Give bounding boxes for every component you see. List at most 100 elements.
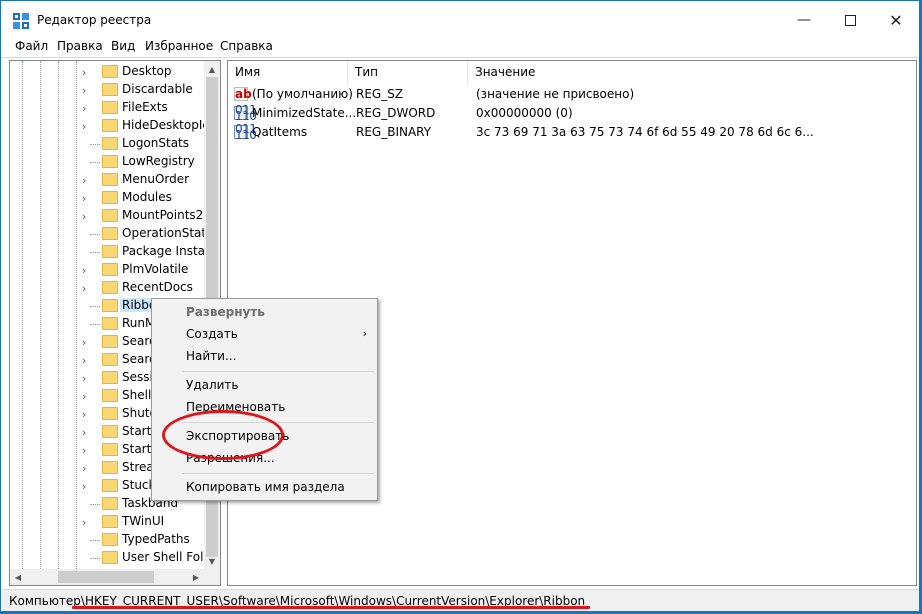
tree-item-label: Discardable bbox=[122, 82, 193, 96]
folder-icon bbox=[102, 101, 118, 114]
tree-item[interactable]: › Discardable bbox=[10, 81, 206, 99]
tree-item[interactable]: › MountPoints2 bbox=[10, 207, 206, 225]
scroll-up-arrow-icon[interactable]: ▲ bbox=[204, 61, 220, 77]
chevron-right-icon[interactable]: › bbox=[82, 516, 86, 529]
list-row[interactable]: 011 110 MinimizedState... REG_DWORD 0x000… bbox=[228, 103, 916, 123]
chevron-right-icon[interactable]: › bbox=[82, 282, 86, 295]
tree-item[interactable]: › PlmVolatile bbox=[10, 261, 206, 279]
tree-item[interactable]: › Desktop bbox=[10, 63, 206, 81]
menu-item-delete[interactable]: Удалить bbox=[186, 378, 239, 392]
menu-view[interactable]: Вид bbox=[111, 39, 135, 53]
column-header-name[interactable]: Имя bbox=[228, 61, 348, 83]
folder-icon bbox=[102, 479, 118, 492]
tree-horizontal-scroll-thumb[interactable] bbox=[58, 571, 154, 583]
submenu-arrow-icon: › bbox=[362, 327, 367, 340]
registry-editor-icon bbox=[13, 13, 29, 29]
folder-icon bbox=[102, 227, 118, 240]
scroll-right-arrow-icon[interactable]: ▶ bbox=[188, 569, 204, 585]
chevron-right-icon[interactable]: › bbox=[82, 480, 86, 493]
folder-icon bbox=[102, 407, 118, 420]
menu-item-create[interactable]: Создать bbox=[186, 327, 238, 341]
tree-item[interactable]: › HideDesktopIcc bbox=[10, 117, 216, 135]
tree-item[interactable]: › RecentDocs bbox=[10, 279, 206, 297]
menu-file[interactable]: Файл bbox=[15, 39, 48, 53]
chevron-right-icon[interactable]: › bbox=[82, 192, 86, 205]
close-button[interactable]: ✕ bbox=[873, 1, 919, 39]
scrollbar-corner bbox=[204, 569, 220, 585]
binary-value-icon: 011 110 bbox=[234, 122, 257, 142]
folder-icon bbox=[102, 119, 118, 132]
chevron-right-icon[interactable]: › bbox=[82, 120, 86, 133]
menu-favorites[interactable]: Избранное bbox=[145, 39, 213, 53]
tree-item[interactable]: User Shell Folde bbox=[10, 549, 218, 567]
tree-item[interactable]: OperationStatus bbox=[10, 225, 220, 243]
tree-connector bbox=[90, 306, 100, 307]
tree-connector bbox=[90, 540, 100, 541]
window-title: Редактор реестра bbox=[37, 13, 152, 27]
minimize-button[interactable]: — bbox=[781, 1, 827, 39]
chevron-right-icon[interactable]: › bbox=[82, 444, 86, 457]
list-row[interactable]: ab (По умолчанию) REG_SZ (значение не пр… bbox=[228, 85, 916, 104]
menu-item-copy-key-name[interactable]: Копировать имя раздела bbox=[186, 480, 345, 494]
scroll-down-arrow-icon[interactable]: ▼ bbox=[204, 553, 220, 569]
tree-item[interactable]: › MenuOrder bbox=[10, 171, 206, 189]
chevron-right-icon[interactable]: › bbox=[82, 84, 86, 97]
tree-connector bbox=[90, 252, 100, 253]
menu-item-export[interactable]: Экспортировать bbox=[186, 429, 289, 443]
value-data: (значение не присвоено) bbox=[476, 87, 635, 101]
registry-editor-window: Редактор реестра — ✕ Файл Правка Вид Изб… bbox=[0, 0, 920, 612]
tree-item[interactable]: Package Installa bbox=[10, 243, 219, 261]
chevron-right-icon[interactable]: › bbox=[82, 264, 86, 277]
list-row[interactable]: 011 110 QatItems REG_BINARY 3c 73 69 71 3… bbox=[228, 122, 916, 142]
menu-item-permissions[interactable]: Разрешения... bbox=[186, 451, 275, 465]
tree-item[interactable]: › Modules bbox=[10, 189, 206, 207]
column-header-type[interactable]: Тип bbox=[348, 61, 468, 83]
tree-item[interactable]: › TWinUI bbox=[10, 513, 206, 531]
chevron-right-icon[interactable]: › bbox=[82, 408, 86, 421]
chevron-right-icon[interactable]: › bbox=[82, 390, 86, 403]
chevron-right-icon[interactable]: › bbox=[82, 372, 86, 385]
tree-item-label: HideDesktopIcc bbox=[122, 118, 216, 132]
tree-item[interactable]: LowRegistry bbox=[10, 153, 206, 171]
chevron-right-icon[interactable]: › bbox=[82, 336, 86, 349]
tree-item[interactable]: › FileExts bbox=[10, 99, 206, 117]
chevron-right-icon[interactable]: › bbox=[82, 354, 86, 367]
menu-separator bbox=[182, 422, 374, 423]
folder-icon bbox=[102, 317, 118, 330]
folder-icon bbox=[102, 299, 118, 312]
menu-help[interactable]: Справка bbox=[220, 39, 273, 53]
tree-item[interactable]: TypedPaths bbox=[10, 531, 206, 549]
tree-item-label: Modules bbox=[122, 190, 172, 204]
tree-horizontal-scrollbar[interactable]: ◀ ▶ bbox=[10, 569, 204, 585]
column-header-value[interactable]: Значение bbox=[468, 61, 748, 83]
menu-bar: Файл Правка Вид Избранное Справка bbox=[1, 39, 919, 57]
tree-item[interactable]: LogonStats bbox=[10, 135, 206, 153]
scroll-left-arrow-icon[interactable]: ◀ bbox=[10, 569, 26, 585]
folder-icon bbox=[102, 83, 118, 96]
menu-item-rename[interactable]: Переименовать bbox=[186, 400, 285, 414]
menu-item-find[interactable]: Найти... bbox=[186, 349, 236, 363]
menu-separator bbox=[182, 371, 374, 372]
chevron-right-icon[interactable]: › bbox=[82, 462, 86, 475]
tree-item-label: RecentDocs bbox=[122, 280, 193, 294]
chevron-right-icon[interactable]: › bbox=[82, 210, 86, 223]
chevron-right-icon[interactable]: › bbox=[82, 102, 86, 115]
folder-icon bbox=[102, 173, 118, 186]
folder-icon bbox=[102, 245, 118, 258]
minimize-icon: — bbox=[797, 12, 811, 28]
folder-icon bbox=[102, 389, 118, 402]
binary-value-icon: 011 110 bbox=[234, 103, 257, 123]
title-bar: Редактор реестра — ✕ bbox=[1, 1, 919, 39]
chevron-right-icon[interactable]: › bbox=[82, 66, 86, 79]
main-content: › Desktop › Discardable › FileExts › HideDeskto… bbox=[1, 57, 919, 590]
menu-edit[interactable]: Правка bbox=[57, 39, 103, 53]
chevron-right-icon[interactable]: › bbox=[82, 174, 86, 187]
folder-icon bbox=[102, 65, 118, 78]
tree-item-label: LowRegistry bbox=[122, 154, 195, 168]
menu-item-expand[interactable]: Развернуть bbox=[186, 305, 265, 319]
folder-icon bbox=[102, 497, 118, 510]
maximize-button[interactable] bbox=[827, 1, 873, 39]
folder-icon bbox=[102, 551, 118, 564]
chevron-right-icon[interactable]: › bbox=[82, 426, 86, 439]
string-value-icon: ab bbox=[234, 87, 252, 101]
